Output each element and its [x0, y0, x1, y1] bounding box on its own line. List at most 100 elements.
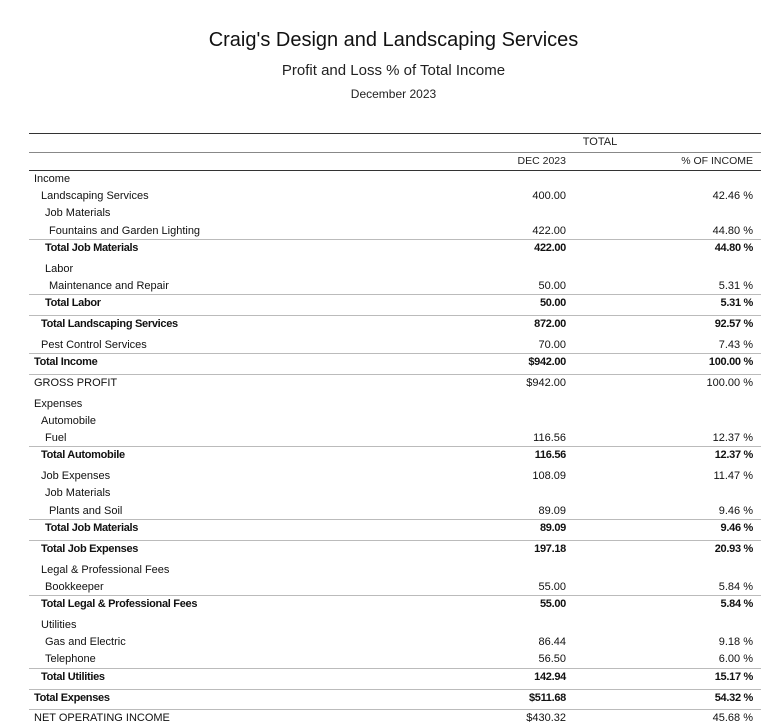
row-amount: 108.09 [532, 470, 566, 482]
table-row: Legal & Professional Fees [29, 562, 761, 578]
table-row: Job Materials [29, 205, 761, 221]
report-title: Profit and Loss % of Total Income [281, 62, 506, 79]
column-header-dec-2023: DEC 2023 [517, 155, 566, 167]
row-percent: 5.84 % [718, 581, 753, 593]
table-row: NET OPERATING INCOME $430.32 45.68 % [29, 709, 761, 726]
row-label: Total Expenses [34, 692, 110, 704]
row-label: Total Landscaping Services [41, 318, 178, 330]
row-label: Expenses [34, 398, 83, 410]
table-row: Labor [29, 261, 761, 277]
row-percent: 9.46 % [720, 522, 754, 534]
table-row: Job Materials [29, 485, 761, 501]
table-row: Fuel 116.56 12.37 % [29, 430, 761, 446]
table-row: GROSS PROFIT $942.00 100.00 % [29, 374, 761, 391]
row-percent: 11.47 % [713, 470, 753, 482]
table-row: Total Job Expenses 197.18 20.93 % [29, 540, 761, 557]
row-amount: $430.32 [526, 712, 566, 724]
row-percent: 42.46 % [712, 190, 753, 202]
row-label: GROSS PROFIT [34, 377, 118, 389]
row-amount: $942.00 [526, 377, 566, 389]
table-row: Maintenance and Repair 50.00 5.31 % [29, 278, 761, 294]
row-amount: $942.00 [528, 356, 566, 368]
row-label: NET OPERATING INCOME [34, 712, 170, 724]
table-row: Total Expenses $511.68 54.32 % [29, 689, 761, 706]
row-amount: 197.18 [534, 543, 566, 555]
column-group-header: TOTAL [582, 136, 618, 148]
row-label: Total Automobile [41, 449, 125, 461]
row-percent: 92.57 % [714, 318, 754, 330]
header-rule-top [29, 133, 761, 134]
row-amount: 422.00 [534, 242, 566, 254]
table-row: Total Job Materials 89.09 9.46 % [29, 519, 761, 536]
row-amount: 70.00 [538, 339, 566, 351]
row-amount: 116.56 [534, 449, 567, 461]
row-label: Total Income [34, 356, 98, 368]
row-label: Telephone [45, 653, 96, 665]
row-amount: 86.44 [538, 636, 566, 648]
row-percent: 6.00 % [718, 653, 753, 665]
report-period: December 2023 [350, 87, 437, 101]
row-percent: 100.00 % [706, 377, 753, 389]
row-label: Income [34, 173, 71, 185]
row-amount: 56.50 [538, 653, 566, 665]
row-percent: 44.80 % [712, 225, 753, 237]
row-percent: 9.18 % [718, 636, 753, 648]
row-label: Landscaping Services [41, 190, 149, 202]
row-percent: 20.93 % [714, 543, 754, 555]
row-label: Total Utilities [41, 671, 105, 683]
row-amount: 55.00 [538, 581, 566, 593]
row-percent: 5.31 % [720, 297, 754, 309]
row-percent: 15.17 % [714, 671, 754, 683]
row-label: Job Materials [45, 207, 111, 219]
row-amount: 400.00 [532, 190, 566, 202]
row-label: Automobile [41, 415, 97, 427]
header-rule-middle [29, 152, 761, 153]
report-company-title: Craig's Design and Landscaping Services [208, 29, 579, 51]
row-label: Pest Control Services [41, 339, 147, 351]
table-row: Total Utilities 142.94 15.17 % [29, 668, 761, 685]
table-row: Total Labor 50.00 5.31 % [29, 294, 761, 311]
row-amount: 50.00 [538, 280, 566, 292]
row-label: Plants and Soil [49, 505, 123, 517]
row-label: Bookkeeper [45, 581, 104, 593]
row-percent: 12.37 % [712, 432, 753, 444]
table-row: Automobile [29, 413, 761, 429]
table-row: Utilities [29, 617, 761, 633]
row-percent: 100.00 % [708, 356, 753, 368]
row-label: Total Labor [45, 297, 101, 309]
row-amount: 89.09 [538, 505, 566, 517]
table-row: Total Income $942.00 100.00 % [29, 353, 761, 370]
table-row: Total Legal & Professional Fees 55.00 5.84… [29, 595, 761, 612]
row-amount: 89.09 [539, 522, 566, 534]
row-amount: 422.00 [532, 225, 566, 237]
row-percent: 44.80 % [714, 242, 754, 254]
row-label: Fountains and Garden Lighting [49, 225, 201, 237]
table-row: Expenses [29, 396, 761, 412]
column-header-percent-of-income: % OF INCOME [681, 155, 753, 167]
row-label: Total Job Expenses [41, 543, 139, 555]
row-percent: 12.37 % [714, 449, 754, 461]
table-row: Landscaping Services 400.00 42.46 % [29, 188, 761, 204]
row-amount: 50.00 [539, 297, 566, 309]
table-row: Job Expenses 108.09 11.47 % [29, 468, 761, 484]
row-label: Total Job Materials [45, 242, 139, 254]
table-row: Total Job Materials 422.00 44.80 % [29, 239, 761, 256]
table-row: Gas and Electric 86.44 9.18 % [29, 634, 761, 650]
row-percent: 9.46 % [718, 505, 753, 517]
row-label: Total Job Materials [45, 522, 139, 534]
row-percent: 5.31 % [718, 280, 753, 292]
row-amount: 872.00 [534, 318, 566, 330]
table-row: Fountains and Garden Lighting 422.00 44.80… [29, 223, 761, 239]
table-row: Bookkeeper 55.00 5.84 % [29, 579, 761, 595]
row-label: Fuel [45, 432, 67, 444]
row-label: Job Expenses [41, 470, 111, 482]
row-label: Gas and Electric [45, 636, 126, 648]
row-amount: 55.00 [539, 598, 566, 610]
row-label: Legal & Professional Fees [41, 564, 170, 576]
table-row: Income [29, 171, 761, 187]
table-row: Total Automobile 116.56 12.37 % [29, 446, 761, 463]
row-percent: 5.84 % [720, 598, 754, 610]
row-label: Utilities [41, 619, 77, 631]
row-percent: 45.68 % [712, 712, 753, 724]
column-headers: DEC 2023 % OF INCOME [29, 155, 761, 169]
